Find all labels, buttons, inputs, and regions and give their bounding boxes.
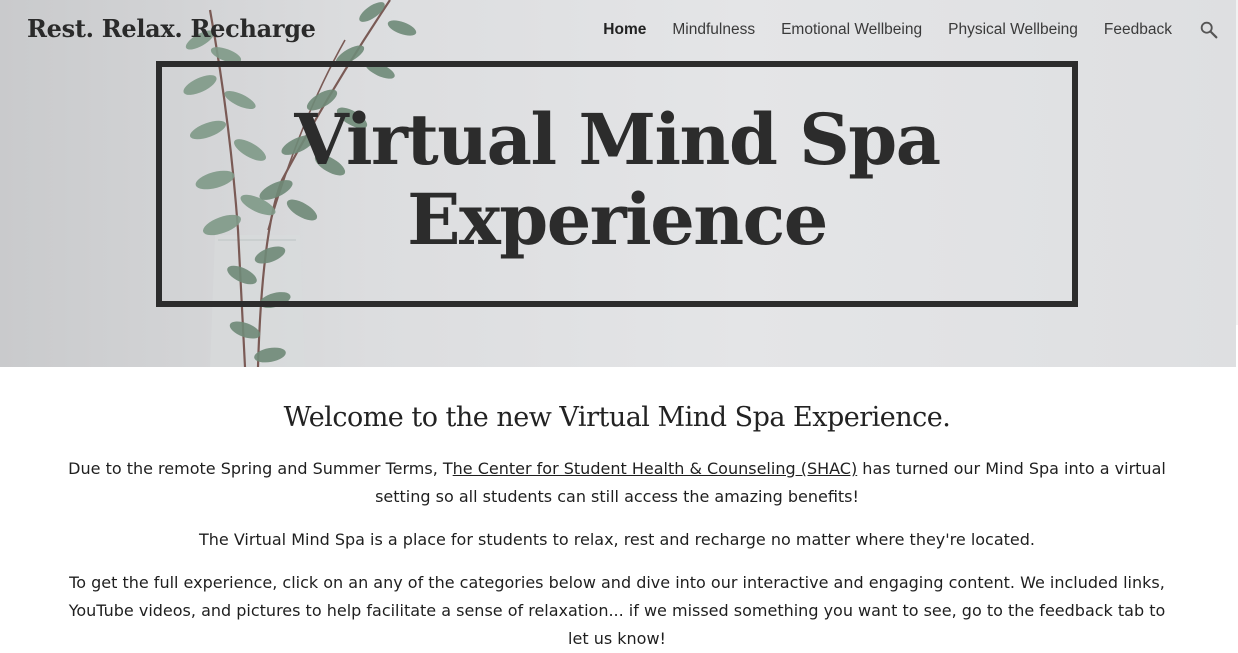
hero-banner: Rest. Relax. Recharge Home Mindfulness E… bbox=[0, 0, 1236, 367]
nav-item-physical-wellbeing[interactable]: Physical Wellbeing bbox=[948, 21, 1078, 39]
search-icon[interactable] bbox=[1198, 19, 1220, 41]
intro-paragraph: Due to the remote Spring and Summer Term… bbox=[60, 455, 1174, 511]
main-content: Welcome to the new Virtual Mind Spa Expe… bbox=[0, 367, 1238, 648]
hero-title-line-2: Experience bbox=[407, 178, 828, 261]
purpose-paragraph: The Virtual Mind Spa is a place for stud… bbox=[198, 530, 1036, 549]
instructions-paragraph: To get the full experience, click on an … bbox=[68, 573, 1166, 648]
nav-item-mindfulness[interactable]: Mindfulness bbox=[672, 21, 755, 39]
nav-item-emotional-wellbeing[interactable]: Emotional Wellbeing bbox=[781, 21, 922, 39]
welcome-heading: Welcome to the new Virtual Mind Spa Expe… bbox=[283, 402, 951, 433]
top-nav: Home Mindfulness Emotional Wellbeing Phy… bbox=[603, 19, 1236, 41]
hero-title: Virtual Mind Spa Experience bbox=[156, 100, 1078, 260]
nav-item-home[interactable]: Home bbox=[603, 21, 646, 39]
site-title[interactable]: Rest. Relax. Recharge bbox=[27, 14, 316, 43]
nav-item-feedback[interactable]: Feedback bbox=[1104, 21, 1172, 39]
intro-text-start: Due to the remote Spring and Summer Term… bbox=[68, 459, 453, 478]
shac-link[interactable]: he Center for Student Health & Counselin… bbox=[453, 459, 858, 478]
hero-title-line-1: Virtual Mind Spa bbox=[294, 98, 941, 181]
